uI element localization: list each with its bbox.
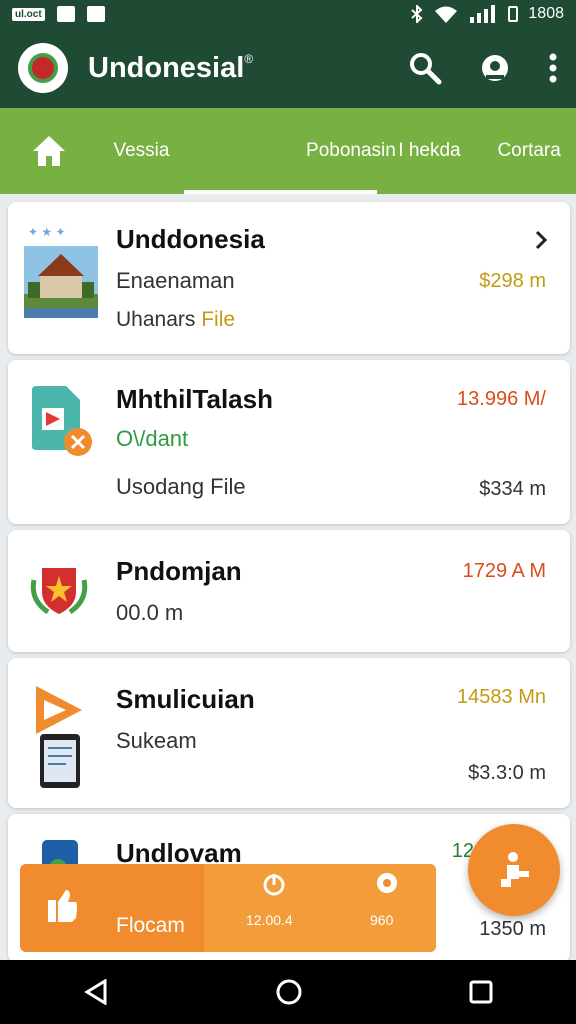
tab-label: Cortara (497, 140, 561, 161)
item-size: 13.996 M/ (457, 388, 546, 410)
list-item[interactable]: Pndomjan 00.0 m 1729 A M (8, 530, 570, 652)
notification-icon (56, 6, 75, 22)
thumb-icon (48, 890, 77, 922)
item-meta-a: Uhanars (116, 308, 196, 331)
item-amount: $334 m (479, 478, 546, 500)
tab-pobonasin[interactable]: Pobonasin (184, 108, 396, 194)
home-icon (33, 136, 66, 166)
item-meta: Usodang File (116, 474, 246, 499)
app-bar: Undonesial® (0, 28, 576, 108)
app-title: Undonesial® (88, 52, 253, 85)
panel-label: Flocam (116, 914, 185, 937)
list-item[interactable]: Smulicuian Sukeam 14583 Mn $3.3:0 m (8, 658, 570, 808)
file-app-icon (32, 386, 92, 456)
bluetooth-icon (411, 5, 423, 23)
status-time: 1808 (528, 5, 564, 22)
sync-icon (86, 6, 105, 22)
fab-button[interactable] (468, 824, 560, 916)
panel-stats: 12.00.4 960 (204, 864, 436, 952)
item-subtitle: Enaenaman (116, 268, 235, 293)
item-amount: $3.3:0 m (468, 762, 546, 784)
item-size: 1729 A M (462, 560, 546, 582)
status-chip: ul.oct (12, 7, 45, 21)
search-icon[interactable] (408, 51, 442, 85)
item-amount: 1350 m (479, 918, 546, 940)
item-title: Pndomjan (116, 556, 242, 586)
settings-icon[interactable] (478, 51, 512, 85)
home-nav-icon[interactable] (275, 978, 303, 1006)
item-meta-b: File (201, 308, 236, 331)
tab-bar: Vessia Pobonasin I hekda Cortara (0, 108, 576, 194)
palace-thumbnail: ✦ ★ ✦ (24, 225, 98, 318)
tab-label: Vessia (113, 140, 170, 161)
item-title: Smulicuian (116, 684, 255, 714)
timer-icon (263, 874, 285, 896)
svg-text:✦ ★ ✦: ✦ ★ ✦ (28, 225, 66, 239)
app-logo (18, 43, 68, 93)
panel-stat-1: 12.00.4 (246, 912, 293, 928)
tab-cortara[interactable]: Cortara (482, 108, 576, 194)
tab-hekda[interactable]: I hekda (377, 108, 483, 194)
panel-stat-2: 960 (370, 912, 394, 928)
item-meta: Uhanars File (116, 308, 235, 332)
list-item[interactable]: ✦ ★ ✦ Unddonesia Enaenaman Uhanars File … (8, 202, 570, 354)
item-subtitle: 00.0 m (116, 600, 184, 625)
status-bar: ul.oct 1808 (0, 0, 576, 28)
emblem-icon (30, 568, 88, 615)
back-icon[interactable] (83, 979, 109, 1005)
item-size: 14583 Mn (457, 686, 546, 708)
bottom-action-panel[interactable]: Flocam 12.00.4 960 (20, 864, 436, 952)
battery-icon (508, 6, 519, 22)
item-subtitle: O\/dant (116, 426, 189, 451)
more-vert-icon[interactable] (548, 53, 558, 83)
registered-mark: ® (244, 51, 254, 66)
media-app-icon (36, 686, 82, 788)
system-nav-bar (0, 960, 576, 1024)
chevron-right-icon[interactable] (534, 230, 548, 250)
app-title-text: Undonesial (88, 51, 245, 84)
item-amount: $298 m (479, 270, 546, 292)
item-title: Unddonesia (116, 224, 265, 254)
signal-icon (470, 5, 496, 23)
accessibility-icon (501, 852, 529, 887)
list-item[interactable]: MhthilTalash O\/dant Usodang File 13.996… (8, 360, 570, 524)
item-title: MhthilTalash (116, 384, 273, 414)
wifi-icon (435, 6, 458, 23)
badge-icon (377, 873, 397, 893)
tab-vessia[interactable]: Vessia (99, 108, 184, 194)
tab-home[interactable] (0, 134, 99, 168)
item-subtitle: Sukeam (116, 728, 197, 753)
recents-icon[interactable] (469, 980, 493, 1004)
tab-label: I hekda (398, 140, 461, 161)
